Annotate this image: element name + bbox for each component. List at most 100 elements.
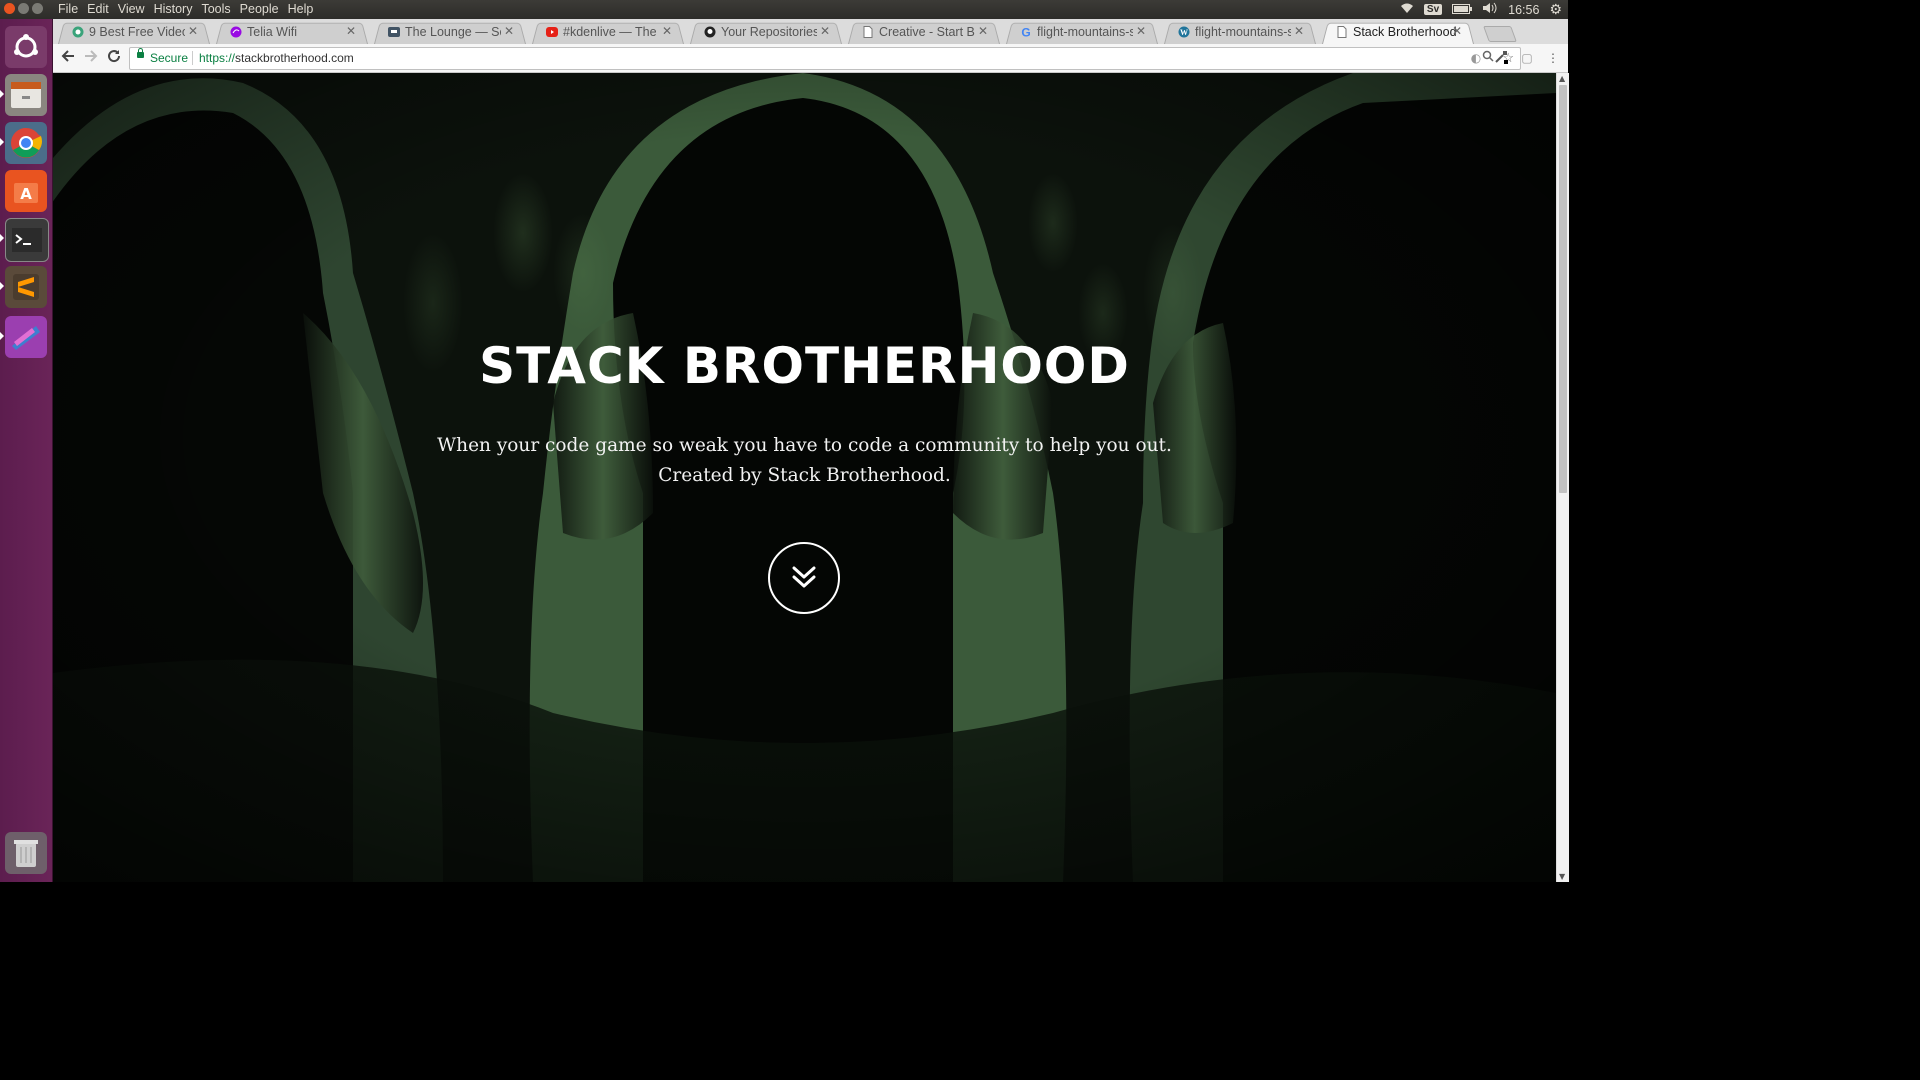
- scroll-up-arrow-icon[interactable]: ▲: [1559, 74, 1565, 83]
- tab-title: 9 Best Free Video Editing: [89, 25, 185, 39]
- tab-kdenlive[interactable]: #kdenlive — The Lounge ✕: [532, 21, 684, 44]
- close-tab-icon[interactable]: ✕: [1452, 24, 1462, 38]
- close-tab-icon[interactable]: ✕: [820, 24, 830, 38]
- close-window-button[interactable]: [4, 3, 15, 14]
- close-tab-icon[interactable]: ✕: [188, 24, 198, 38]
- arrow-left-icon: [61, 50, 74, 62]
- close-tab-icon[interactable]: ✕: [504, 24, 514, 38]
- battery-icon[interactable]: [1452, 3, 1473, 17]
- tab-telia-wifi[interactable]: Telia Wifi ✕: [216, 21, 368, 44]
- tab-strip: 9 Best Free Video Editing ✕ Telia Wifi ✕…: [53, 19, 1568, 44]
- back-button[interactable]: [59, 49, 77, 67]
- svg-text:A: A: [20, 185, 32, 203]
- tab-title: The Lounge — Self-hosted: [405, 25, 501, 39]
- hero-subtitle-line-1: When your code game so weak you have to …: [437, 435, 1172, 456]
- sublime-text-icon[interactable]: [5, 266, 47, 308]
- google-icon: G: [1021, 26, 1030, 38]
- clock[interactable]: 16:56: [1508, 3, 1539, 17]
- lounge-icon: [388, 27, 400, 37]
- page-scrollbar[interactable]: ▲ ▼: [1556, 73, 1569, 882]
- hero-section: STACK BROTHERHOOD When your code game so…: [53, 73, 1556, 882]
- eyedropper-extension-icon[interactable]: [1493, 50, 1509, 66]
- running-indicator: [0, 332, 4, 340]
- hero-subtitle: When your code game so weak you have to …: [53, 431, 1556, 491]
- scroll-down-arrow-icon[interactable]: ▼: [1559, 872, 1565, 881]
- software-center-icon[interactable]: A: [5, 170, 47, 212]
- files-icon[interactable]: [5, 74, 47, 116]
- tab-title: Creative - Start Bootstrap: [879, 25, 975, 39]
- scroll-down-button[interactable]: [768, 542, 840, 614]
- tab-title: #kdenlive — The Lounge: [563, 25, 659, 39]
- telia-icon: [230, 26, 242, 38]
- minimize-window-button[interactable]: [18, 3, 29, 14]
- app-menu: File Edit View History Tools People Help: [58, 2, 313, 16]
- hero-title: STACK BROTHERHOOD: [479, 337, 1130, 395]
- tab-title: flight-mountains-sky: [1037, 25, 1133, 39]
- address-bar[interactable]: Secure https://stackbrotherhood.com ☆: [129, 47, 1521, 70]
- tab-title: Your Repositories: [721, 25, 817, 39]
- new-tab-button[interactable]: [1483, 26, 1517, 42]
- system-tray: Sv 16:56 ⚙: [1400, 0, 1568, 19]
- secure-label[interactable]: Secure: [150, 51, 188, 65]
- page-icon: [1337, 26, 1347, 38]
- menu-view[interactable]: View: [118, 2, 145, 16]
- tab-title: Telia Wifi: [247, 25, 298, 39]
- globe-icon: [72, 26, 84, 38]
- tab-flight-mountains-google[interactable]: G flight-mountains-sky ✕: [1006, 21, 1158, 44]
- scrollbar-thumb[interactable]: [1559, 85, 1567, 493]
- tab-flight-mountains-wordpress[interactable]: W flight-mountains-sky ✕: [1164, 21, 1316, 44]
- arrow-right-icon: [85, 50, 98, 62]
- launcher: A: [0, 19, 53, 882]
- menu-history[interactable]: History: [154, 2, 193, 16]
- reload-icon: [108, 50, 121, 63]
- chrome-icon[interactable]: [5, 122, 47, 164]
- menu-file[interactable]: File: [58, 2, 78, 16]
- gear-icon[interactable]: ⚙: [1549, 1, 1562, 18]
- close-tab-icon[interactable]: ✕: [978, 24, 988, 38]
- maximize-window-button[interactable]: [32, 3, 43, 14]
- running-indicator: [0, 138, 4, 146]
- running-indicator: [0, 234, 4, 242]
- trash-icon[interactable]: [5, 832, 47, 874]
- terminal-icon[interactable]: [5, 218, 49, 262]
- tab-title: flight-mountains-sky: [1195, 25, 1291, 39]
- reload-button[interactable]: [105, 49, 123, 67]
- tab-the-lounge[interactable]: The Lounge — Self-hosted ✕: [374, 21, 526, 44]
- youtube-icon: [546, 27, 558, 37]
- volume-icon[interactable]: [1482, 2, 1498, 17]
- tab-stack-brotherhood[interactable]: Stack Brotherhood ✕: [1322, 21, 1474, 44]
- ubuntu-dash-icon[interactable]: [5, 26, 47, 68]
- url-text[interactable]: https://stackbrotherhood.com: [199, 51, 354, 65]
- close-tab-icon[interactable]: ✕: [346, 24, 356, 38]
- hero-subtitle-line-2: Created by Stack Brotherhood.: [658, 465, 951, 486]
- wordpress-icon: W: [1178, 26, 1190, 38]
- url-host: stackbrotherhood.com: [235, 51, 354, 65]
- running-indicator: [0, 90, 4, 98]
- chrome-menu-icon[interactable]: ⋮: [1545, 50, 1561, 66]
- svg-text:W: W: [1180, 28, 1188, 37]
- browser-toolbar: Secure https://stackbrotherhood.com ☆ ◐ …: [53, 44, 1568, 73]
- screenshot-extension-icon[interactable]: ▢: [1519, 50, 1535, 66]
- menu-tools[interactable]: Tools: [201, 2, 230, 16]
- keyboard-layout-indicator[interactable]: Sv: [1423, 4, 1443, 15]
- kdenlive-icon[interactable]: [5, 316, 47, 358]
- running-indicator: [0, 282, 4, 290]
- tab-your-repositories[interactable]: Your Repositories ✕: [690, 21, 842, 44]
- close-tab-icon[interactable]: ✕: [662, 24, 672, 38]
- tab-video-editing[interactable]: 9 Best Free Video Editing ✕: [58, 21, 210, 44]
- wifi-icon[interactable]: [1400, 3, 1414, 17]
- menu-help[interactable]: Help: [288, 2, 314, 16]
- svg-text:G: G: [1021, 26, 1030, 38]
- lock-icon[interactable]: [137, 48, 144, 58]
- extension-icon[interactable]: ◐: [1468, 50, 1484, 66]
- menu-edit[interactable]: Edit: [87, 2, 109, 16]
- top-menu-bar: File Edit View History Tools People Help…: [0, 0, 1568, 19]
- tab-creative[interactable]: Creative - Start Bootstrap ✕: [848, 21, 1000, 44]
- window-controls: [4, 3, 43, 14]
- forward-button[interactable]: [82, 49, 100, 67]
- close-tab-icon[interactable]: ✕: [1294, 24, 1304, 38]
- page-icon: [863, 26, 873, 38]
- menu-people[interactable]: People: [240, 2, 279, 16]
- omnibox-separator: [192, 51, 193, 65]
- close-tab-icon[interactable]: ✕: [1136, 24, 1146, 38]
